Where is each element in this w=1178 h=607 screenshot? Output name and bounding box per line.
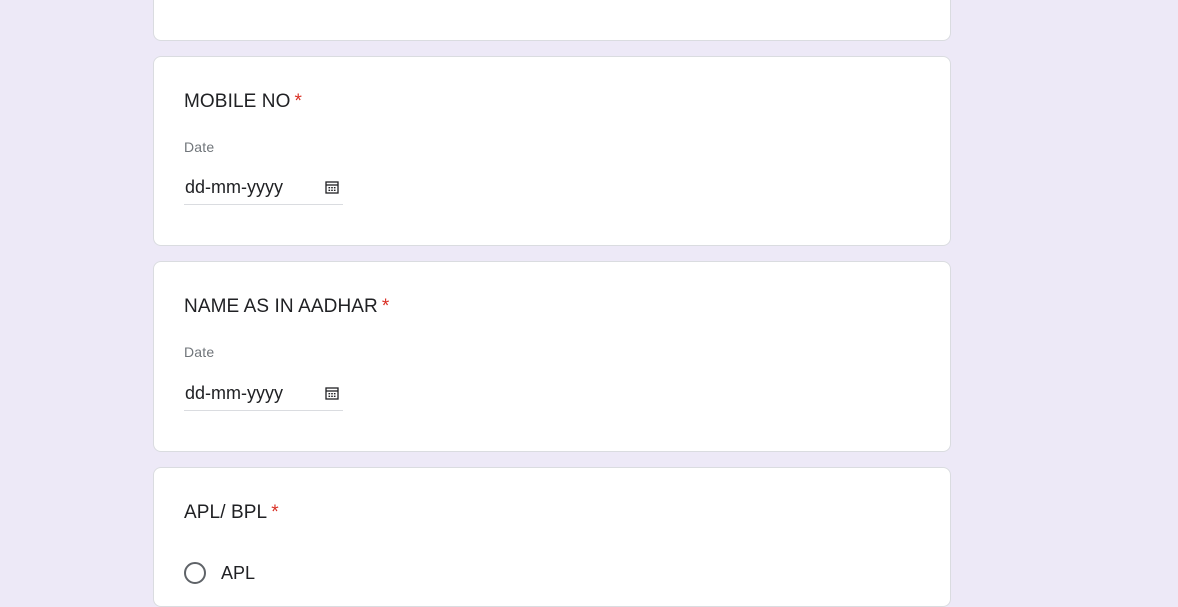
- required-asterisk: *: [271, 502, 279, 523]
- question-title: APL/ BPL *: [184, 502, 279, 524]
- calendar-icon[interactable]: [325, 386, 339, 400]
- previous-question-card: [153, 0, 951, 41]
- radio-option-apl[interactable]: APL: [184, 560, 255, 586]
- question-card-mobile-no: MOBILE NO * Date dd-mm-yyyy: [153, 56, 951, 246]
- required-asterisk: *: [381, 296, 390, 317]
- date-input-value: dd-mm-yyyy: [185, 177, 283, 197]
- date-field-label: Date: [184, 139, 215, 155]
- question-title-text: APL/ BPL: [184, 502, 268, 523]
- date-input[interactable]: dd-mm-yyyy: [184, 175, 343, 205]
- question-title: NAME AS IN AADHAR *: [184, 296, 389, 318]
- date-input-value: dd-mm-yyyy: [185, 383, 283, 403]
- required-asterisk: *: [294, 91, 302, 112]
- date-input[interactable]: dd-mm-yyyy: [184, 381, 343, 411]
- question-card-apl-bpl: APL/ BPL * APL: [153, 467, 951, 607]
- date-field-label: Date: [184, 344, 215, 360]
- question-title-text: MOBILE NO: [184, 91, 291, 112]
- question-title: MOBILE NO *: [184, 91, 302, 113]
- radio-option-label: APL: [221, 562, 256, 583]
- question-card-name-as-in-aadhar: NAME AS IN AADHAR * Date dd-mm-yyyy: [153, 261, 951, 452]
- question-title-text: NAME AS IN AADHAR: [184, 296, 378, 317]
- radio-button[interactable]: [184, 562, 206, 584]
- calendar-icon[interactable]: [325, 180, 339, 194]
